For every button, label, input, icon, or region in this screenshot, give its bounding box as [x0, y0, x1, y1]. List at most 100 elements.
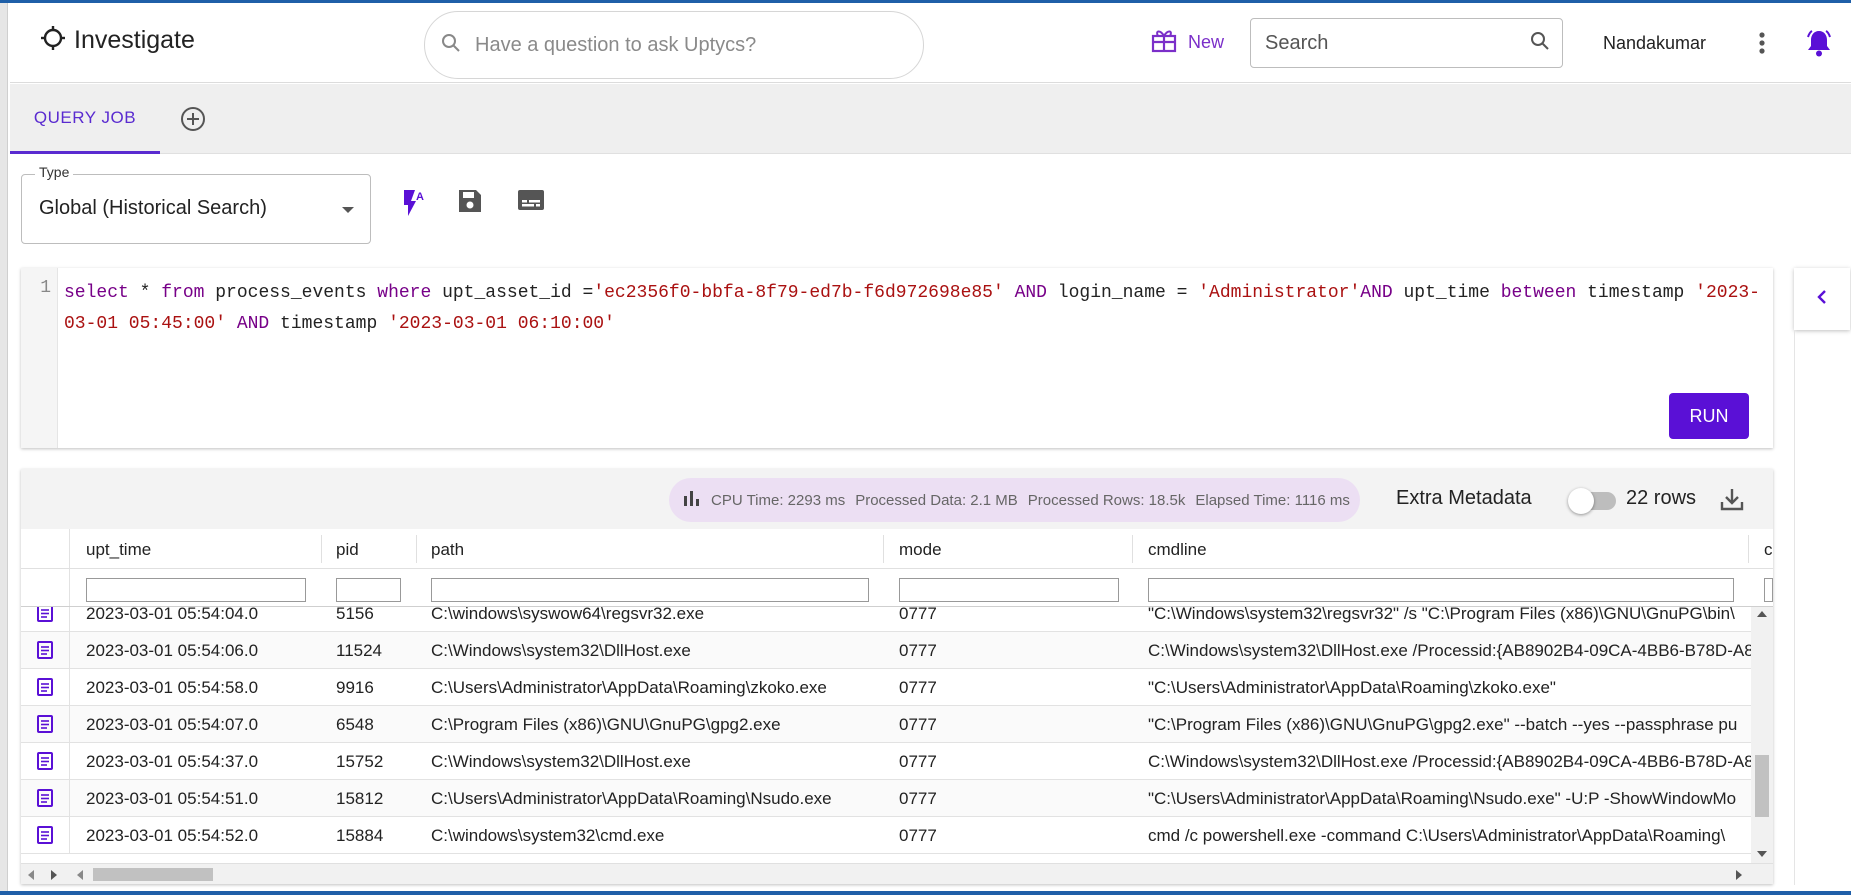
document-icon[interactable] [37, 678, 53, 701]
scroll-left-arrow[interactable] [28, 870, 34, 880]
filter-path[interactable] [431, 578, 869, 602]
query-token: between [1500, 283, 1577, 303]
column-divider[interactable] [1748, 535, 1749, 563]
filter-upt-time[interactable] [86, 578, 306, 602]
horizontal-scrollbar[interactable] [21, 863, 1773, 884]
results-toolbar: CPU Time: 2293 ms Processed Data: 2.1 MB… [21, 469, 1773, 529]
column-divider[interactable] [321, 535, 322, 563]
brand: Investigate [40, 25, 195, 56]
query-editor[interactable]: 1 select * from process_events where upt… [21, 268, 1773, 448]
column-header-cmdline[interactable]: cmdline [1148, 540, 1207, 560]
global-search-input[interactable] [1265, 31, 1530, 55]
query-token: '2023-03-01 06:10:00' [388, 314, 615, 334]
tab-query-job[interactable]: QUERY JOB [10, 84, 160, 154]
filter-pid[interactable] [336, 578, 401, 602]
bar-chart-icon [683, 490, 701, 510]
side-panel-toggle[interactable] [1794, 268, 1850, 330]
cell-mode: 0777 [899, 789, 937, 808]
cell-mode: 0777 [899, 678, 937, 697]
cell-pid: 6548 [336, 715, 374, 734]
query-token: 'ec2356f0-bbfa-8f79-ed7b-f6d972698e85' [593, 283, 1004, 303]
plus-circle-icon[interactable] [180, 106, 206, 137]
table-row[interactable]: 2023-03-01 05:54:52.0 15884 C:\windows\sys… [21, 817, 1751, 854]
cell-mode: 0777 [899, 641, 937, 660]
table-row[interactable]: 2023-03-01 05:54:07.0 6548 C:\Program File… [21, 706, 1751, 743]
table-row[interactable]: 2023-03-01 05:54:06.0 11524 C:\Windows\sys… [21, 632, 1751, 669]
column-divider [69, 706, 70, 742]
scroll-down-arrow[interactable] [1757, 851, 1767, 857]
cell-path: C:\windows\syswow64\regsvr32.exe [431, 607, 705, 623]
document-icon[interactable] [37, 789, 53, 812]
gift-icon [1150, 27, 1178, 58]
processed-data: Processed Data: 2.1 MB [855, 491, 1018, 509]
column-header-upt-time[interactable]: upt_time [86, 540, 151, 560]
type-select-label: Type [35, 164, 74, 180]
save-icon[interactable] [457, 188, 483, 219]
table-row[interactable]: 2023-03-01 05:54:51.0 15812 C:\Users\Admin… [21, 780, 1751, 817]
ask-uptycs-input[interactable] [475, 33, 875, 57]
cell-upt-time: 2023-03-01 05:54:51.0 [86, 789, 259, 808]
scroll-right-arrow[interactable] [1736, 870, 1742, 880]
scroll-right-arrow[interactable] [51, 870, 57, 880]
user-name[interactable]: Nandakumar [1603, 33, 1706, 54]
cell-cmdline: C:\Windows\system32\DllHost.exe /Process… [1148, 752, 1751, 771]
column-header-truncated[interactable]: c [1764, 540, 1773, 560]
new-button-label: New [1188, 32, 1225, 52]
scroll-thumb[interactable] [1755, 755, 1769, 817]
query-token: AND [226, 314, 281, 334]
filter-cmdline[interactable] [1148, 578, 1734, 602]
document-icon[interactable] [37, 826, 53, 849]
cell-cmdline: cmd /c powershell.exe -command C:\Users\… [1148, 826, 1726, 845]
window-left-edge [0, 3, 8, 895]
cell-cmdline: "C:\Users\Administrator\AppData\Roaming\… [1148, 789, 1737, 808]
column-divider[interactable] [883, 535, 884, 563]
table-body: 2023-03-01 05:54:04.0 5156 C:\windows\sysw… [21, 607, 1751, 863]
global-search-box[interactable] [1250, 18, 1563, 68]
document-icon[interactable] [37, 641, 53, 664]
new-button[interactable]: New [1150, 27, 1224, 58]
cell-pid: 5156 [336, 607, 374, 623]
bell-icon[interactable] [1806, 29, 1832, 62]
column-divider[interactable] [416, 535, 417, 563]
cell-upt-time: 2023-03-01 05:54:06.0 [86, 641, 259, 660]
line-number: 1 [40, 278, 51, 298]
scroll-up-arrow[interactable] [1757, 611, 1767, 617]
scroll-left-arrow[interactable] [77, 870, 83, 880]
filter-truncated-column[interactable] [1764, 578, 1773, 602]
download-icon[interactable] [1719, 486, 1745, 517]
flash-auto-icon[interactable]: A [396, 188, 426, 223]
search-icon[interactable] [1530, 31, 1550, 56]
app-header: Investigate New Nandakumar [10, 3, 1851, 83]
filter-mode[interactable] [899, 578, 1119, 602]
type-select[interactable]: Type Global (Historical Search) [21, 164, 371, 244]
cell-mode: 0777 [899, 752, 937, 771]
column-header-pid[interactable]: pid [336, 540, 359, 560]
caret-down-icon [342, 207, 354, 213]
document-icon[interactable] [37, 715, 53, 738]
cell-mode: 0777 [899, 826, 937, 845]
cell-pid: 15884 [336, 826, 384, 845]
subtitles-icon[interactable] [517, 188, 545, 217]
query-code[interactable]: select * from process_events where upt_a… [64, 278, 1764, 340]
document-icon[interactable] [37, 752, 53, 775]
cell-upt-time: 2023-03-01 05:54:37.0 [86, 752, 259, 771]
search-icon [441, 33, 461, 58]
run-button[interactable]: RUN [1669, 393, 1749, 439]
cell-path: C:\windows\system32\cmd.exe [431, 826, 665, 845]
query-token: where [377, 283, 432, 303]
scroll-thumb[interactable] [93, 868, 213, 881]
cpu-time: CPU Time: 2293 ms [711, 491, 846, 509]
column-header-path[interactable]: path [431, 540, 464, 560]
table-row[interactable]: 2023-03-01 05:54:58.0 9916 C:\Users\Admini… [21, 669, 1751, 706]
column-header-mode[interactable]: mode [899, 540, 942, 560]
cell-mode: 0777 [899, 715, 937, 734]
query-stats: CPU Time: 2293 ms Processed Data: 2.1 MB… [669, 478, 1360, 522]
table-row[interactable]: 2023-03-01 05:54:37.0 15752 C:\Windows\sys… [21, 743, 1751, 780]
column-divider[interactable] [1132, 535, 1133, 563]
table-row[interactable]: 2023-03-01 05:54:04.0 5156 C:\windows\sysw… [21, 607, 1751, 632]
extra-metadata-toggle[interactable] [1568, 488, 1616, 514]
document-icon[interactable] [37, 607, 53, 627]
vertical-scrollbar[interactable] [1751, 607, 1773, 863]
ask-uptycs-box[interactable] [424, 11, 924, 79]
kebab-icon[interactable] [1758, 31, 1766, 60]
